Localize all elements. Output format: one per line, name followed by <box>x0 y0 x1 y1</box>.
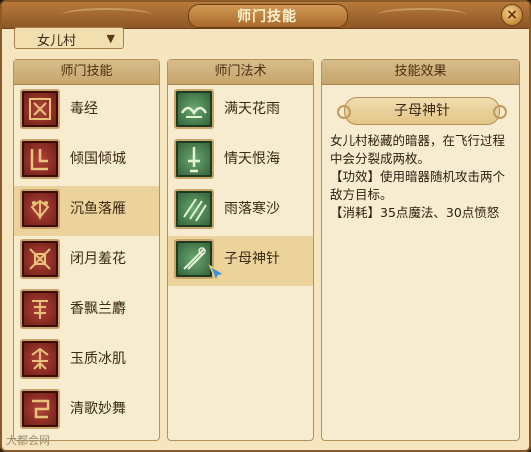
skill-label: 毒经 <box>70 101 98 117</box>
skills-window: 师门技能 × 女儿村 ▼ 师门技能 毒经 倾国倾城 沉鱼落雁 闭月羞花 香飘兰麝… <box>0 0 531 452</box>
spells-panel: 师门法术 满天花雨 情天恨海 雨落寒沙 子母神针 <box>167 59 314 441</box>
spell-item-zimushenzhen[interactable]: 子母神针 <box>168 236 313 286</box>
skill-item-biyuexiuhua[interactable]: 闭月羞花 <box>14 236 159 286</box>
effect-panel-header: 技能效果 <box>322 60 519 85</box>
spell-label: 雨落寒沙 <box>224 201 280 217</box>
effect-panel: 技能效果 子母神针 女儿村秘藏的暗器，在飞行过程中会分裂成两枚。 【功效】使用暗… <box>321 59 520 441</box>
effect-description: 女儿村秘藏的暗器，在飞行过程中会分裂成两枚。 【功效】使用暗器随机攻击两个敌方目… <box>330 132 514 222</box>
moon-flower-icon <box>20 239 60 279</box>
skills-panel-header: 师门技能 <box>14 60 159 85</box>
skill-label: 清歌妙舞 <box>70 401 126 417</box>
effect-cost-line: 【消耗】35点魔法、30点愤怒 <box>330 205 500 220</box>
skill-label: 闭月羞花 <box>70 251 126 267</box>
poison-scroll-icon <box>20 89 60 129</box>
cursor-gem-icon <box>208 264 226 282</box>
butterfly-icon <box>20 189 60 229</box>
flower-rain-icon <box>174 89 214 129</box>
skill-label: 沉鱼落雁 <box>70 201 126 217</box>
skill-label: 玉质冰肌 <box>70 351 126 367</box>
effect-description-text: 女儿村秘藏的暗器，在飞行过程中会分裂成两枚。 <box>330 133 506 166</box>
spell-label: 情天恨海 <box>224 151 280 167</box>
effect-function-line: 【功效】使用暗器随机攻击两个敌方目标。 <box>330 169 506 202</box>
spell-label: 子母神针 <box>224 251 280 267</box>
skill-item-dujing[interactable]: 毒经 <box>14 86 159 136</box>
watermark: 大都会网 <box>6 434 50 447</box>
incense-icon <box>20 289 60 329</box>
skill-item-qinggemiaowu[interactable]: 清歌妙舞 <box>14 386 159 436</box>
close-button[interactable]: × <box>501 4 523 26</box>
skill-item-xiangpiaolanshe[interactable]: 香飘兰麝 <box>14 286 159 336</box>
sand-rain-icon <box>174 189 214 229</box>
skill-label: 香飘兰麝 <box>70 301 126 317</box>
spell-item-mantianhuayu[interactable]: 满天花雨 <box>168 86 313 136</box>
spell-label: 满天花雨 <box>224 101 280 117</box>
spells-panel-header: 师门法术 <box>168 60 313 85</box>
jade-icon <box>20 339 60 379</box>
school-select[interactable]: 女儿村 ▼ <box>14 27 124 49</box>
dance-icon <box>20 389 60 429</box>
effect-skill-name: 子母神针 <box>337 97 507 125</box>
spell-item-yuluohansha[interactable]: 雨落寒沙 <box>168 186 313 236</box>
title-ornament <box>377 8 467 22</box>
skill-label: 倾国倾城 <box>70 151 126 167</box>
skill-item-chenyuluoyan[interactable]: 沉鱼落雁 <box>14 186 159 236</box>
skill-item-yuzhibingji[interactable]: 玉质冰肌 <box>14 336 159 386</box>
title-bar: 师门技能 × <box>2 2 529 29</box>
city-glyph-icon <box>20 139 60 179</box>
window-title: 师门技能 <box>237 9 297 25</box>
sword-icon <box>174 139 214 179</box>
title-ornament <box>62 8 152 22</box>
skills-panel: 师门技能 毒经 倾国倾城 沉鱼落雁 闭月羞花 香飘兰麝 玉质冰肌 清歌妙舞 <box>13 59 160 441</box>
chevron-down-icon: ▼ <box>106 32 115 45</box>
spell-item-qingtianhenhai[interactable]: 情天恨海 <box>168 136 313 186</box>
school-select-value: 女儿村 <box>37 34 77 49</box>
skill-item-qingguoqingcheng[interactable]: 倾国倾城 <box>14 136 159 186</box>
